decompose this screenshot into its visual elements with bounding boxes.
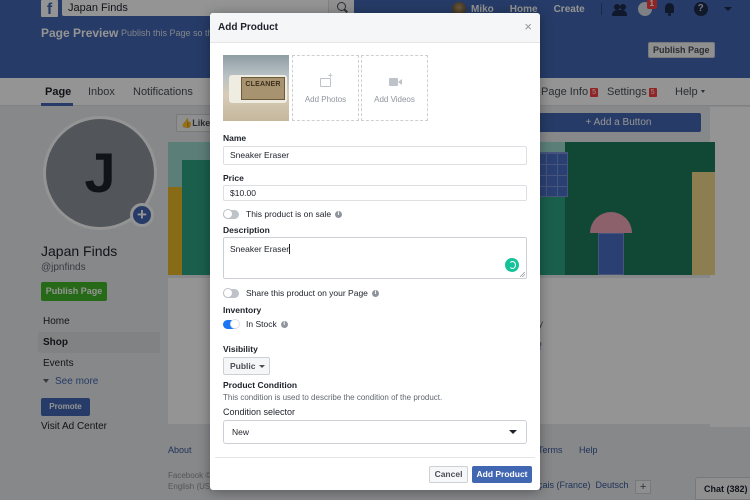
on-sale-label: This product is on sale bbox=[246, 209, 332, 219]
description-label: Description bbox=[223, 225, 270, 235]
share-toggle[interactable] bbox=[223, 287, 239, 298]
cancel-button[interactable]: Cancel bbox=[429, 466, 468, 483]
video-camera-icon bbox=[389, 78, 402, 86]
visibility-dropdown[interactable]: Public bbox=[223, 357, 270, 375]
thumbnail-label: CLEANER bbox=[241, 77, 285, 100]
inventory-label: Inventory bbox=[223, 305, 262, 315]
share-row: Share this product on your Page i bbox=[223, 287, 379, 299]
share-label: Share this product on your Page bbox=[246, 288, 368, 298]
info-icon[interactable]: i bbox=[335, 210, 343, 218]
price-label: Price bbox=[223, 173, 244, 183]
product-condition-help: This condition is used to describe the c… bbox=[223, 393, 443, 402]
grammarly-icon[interactable] bbox=[505, 258, 519, 272]
add-product-button[interactable]: Add Product bbox=[472, 466, 532, 483]
condition-value: New bbox=[232, 427, 250, 437]
name-input[interactable]: Sneaker Eraser bbox=[223, 146, 527, 165]
resize-handle-icon[interactable] bbox=[520, 272, 525, 277]
in-stock-label: In Stock bbox=[246, 319, 277, 329]
description-value: Sneaker Eraser bbox=[230, 244, 290, 254]
add-photos-button[interactable]: Add Photos bbox=[292, 55, 359, 121]
on-sale-row: This product is on sale i bbox=[223, 208, 343, 220]
dialog-title: Add Product bbox=[218, 22, 278, 33]
product-condition-label: Product Condition bbox=[223, 380, 298, 390]
chevron-down-icon bbox=[509, 430, 517, 434]
info-icon[interactable]: i bbox=[280, 320, 288, 328]
visibility-value: Public bbox=[230, 361, 256, 371]
close-icon[interactable]: × bbox=[524, 20, 532, 33]
add-product-dialog: Add Product × CLEANER Add Photos Add Vid… bbox=[210, 13, 540, 490]
visibility-label: Visibility bbox=[223, 344, 258, 354]
on-sale-toggle[interactable] bbox=[223, 208, 239, 219]
product-photo-thumbnail[interactable]: CLEANER bbox=[223, 55, 289, 121]
in-stock-toggle[interactable] bbox=[223, 318, 240, 329]
info-icon[interactable]: i bbox=[371, 289, 379, 297]
condition-selector-label: Condition selector bbox=[223, 407, 296, 417]
name-label: Name bbox=[223, 133, 247, 143]
chevron-down-icon bbox=[258, 365, 265, 368]
in-stock-row: In Stock i bbox=[223, 318, 288, 330]
text-cursor bbox=[289, 244, 291, 254]
dialog-header: Add Product × bbox=[210, 13, 540, 43]
add-videos-label: Add Videos bbox=[374, 95, 415, 104]
price-input[interactable]: $10.00 bbox=[223, 185, 527, 201]
add-photo-icon bbox=[320, 71, 333, 87]
add-photos-label: Add Photos bbox=[304, 95, 347, 104]
add-videos-button[interactable]: Add Videos bbox=[361, 55, 428, 121]
dialog-footer-divider bbox=[215, 457, 535, 458]
description-textarea[interactable]: Sneaker Eraser bbox=[223, 237, 527, 279]
condition-select[interactable]: New bbox=[223, 420, 527, 444]
